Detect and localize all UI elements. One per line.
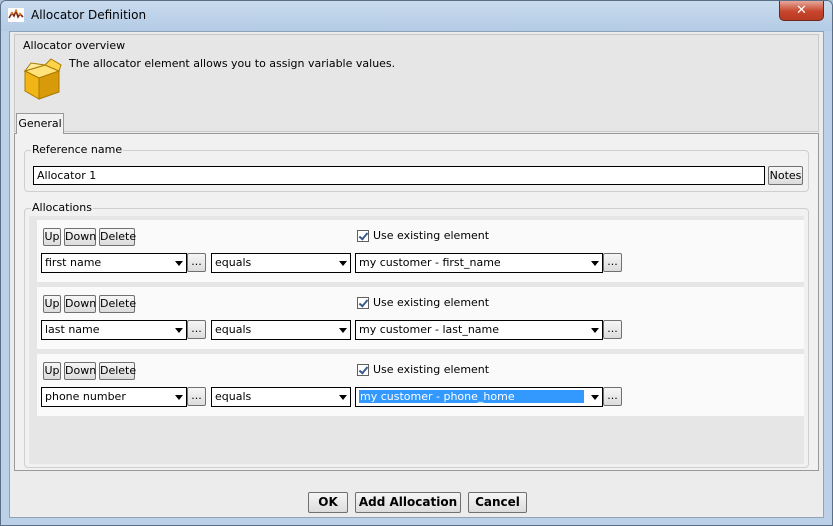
- value-select-value: my customer - last_name: [359, 323, 500, 336]
- value-browse-button[interactable]: ...: [603, 320, 622, 339]
- chevron-down-icon: [591, 328, 599, 333]
- ok-button[interactable]: OK: [308, 492, 348, 513]
- delete-button[interactable]: Delete: [99, 295, 136, 313]
- delete-button[interactable]: Delete: [99, 228, 136, 246]
- value-select[interactable]: my customer - first_name: [355, 253, 603, 273]
- close-button[interactable]: ✕: [779, 1, 824, 21]
- dialog-content: Allocator overview The allocator element…: [9, 31, 824, 518]
- allocations-group: Allocations Up Down Delete Use existing …: [24, 201, 809, 468]
- operator-select-value: equals: [215, 256, 252, 269]
- value-browse-button[interactable]: ...: [603, 253, 622, 272]
- allocations-label: Allocations: [31, 201, 93, 214]
- notes-button[interactable]: Notes: [768, 166, 803, 185]
- reference-name-label: Reference name: [31, 143, 124, 156]
- chevron-down-icon: [339, 395, 347, 400]
- allocation-row: Up Down Delete Use existing element last…: [37, 287, 804, 349]
- operator-select[interactable]: equals: [211, 253, 351, 273]
- operator-select[interactable]: equals: [211, 387, 351, 407]
- use-existing-label: Use existing element: [373, 229, 490, 242]
- use-existing-label: Use existing element: [373, 363, 490, 376]
- variable-select-value: first name: [45, 256, 102, 269]
- overview-panel: Allocator overview The allocator element…: [14, 34, 819, 132]
- chevron-down-icon: [339, 328, 347, 333]
- value-select[interactable]: my customer - last_name: [355, 320, 603, 340]
- box-icon: [23, 58, 62, 100]
- allocation-row: Up Down Delete Use existing element firs…: [37, 220, 804, 282]
- up-button[interactable]: Up: [43, 362, 61, 380]
- delete-button[interactable]: Delete: [99, 362, 136, 380]
- operator-select-value: equals: [215, 390, 252, 403]
- dialog-window: Allocator Definition ✕ Allocator overvie…: [0, 0, 833, 526]
- down-button[interactable]: Down: [64, 362, 96, 380]
- add-allocation-button[interactable]: Add Allocation: [355, 492, 461, 513]
- window-title: Allocator Definition: [31, 8, 147, 22]
- value-select-value: my customer - first_name: [359, 256, 501, 269]
- down-button[interactable]: Down: [64, 295, 96, 313]
- allocations-list: Up Down Delete Use existing element firs…: [29, 216, 804, 464]
- allocation-row: Up Down Delete Use existing element phon…: [37, 354, 804, 416]
- overview-label: Allocator overview: [23, 39, 126, 52]
- variable-select[interactable]: phone number: [41, 387, 187, 407]
- down-button[interactable]: Down: [64, 228, 96, 246]
- operator-select[interactable]: equals: [211, 320, 351, 340]
- variable-browse-button[interactable]: ...: [187, 387, 206, 406]
- up-button[interactable]: Up: [43, 228, 61, 246]
- chevron-down-icon: [175, 328, 183, 333]
- value-select[interactable]: my customer - phone_home: [355, 387, 603, 407]
- chevron-down-icon: [339, 261, 347, 266]
- value-select-value: my customer - phone_home: [359, 390, 584, 403]
- variable-select-value: last name: [45, 323, 100, 336]
- variable-select[interactable]: first name: [41, 253, 187, 273]
- use-existing-checkbox[interactable]: [357, 230, 369, 242]
- general-tab-panel: Reference name Allocator 1 Notes Allocat…: [14, 133, 819, 471]
- chevron-down-icon: [175, 261, 183, 266]
- tab-general[interactable]: General: [16, 113, 64, 134]
- variable-select-value: phone number: [45, 390, 126, 403]
- chevron-down-icon: [591, 261, 599, 266]
- overview-description: The allocator element allows you to assi…: [69, 57, 396, 70]
- close-icon: ✕: [796, 3, 807, 18]
- value-browse-button[interactable]: ...: [603, 387, 622, 406]
- cancel-button[interactable]: Cancel: [468, 492, 527, 513]
- variable-browse-button[interactable]: ...: [187, 253, 206, 272]
- title-bar[interactable]: Allocator Definition ✕: [1, 1, 832, 31]
- chevron-down-icon: [591, 395, 599, 400]
- app-logo-icon: [8, 8, 24, 22]
- variable-browse-button[interactable]: ...: [187, 320, 206, 339]
- use-existing-checkbox[interactable]: [357, 364, 369, 376]
- operator-select-value: equals: [215, 323, 252, 336]
- use-existing-label: Use existing element: [373, 296, 490, 309]
- up-button[interactable]: Up: [43, 295, 61, 313]
- reference-name-input[interactable]: Allocator 1: [33, 166, 765, 185]
- reference-name-group: Reference name Allocator 1 Notes: [24, 143, 809, 192]
- chevron-down-icon: [175, 395, 183, 400]
- use-existing-checkbox[interactable]: [357, 297, 369, 309]
- variable-select[interactable]: last name: [41, 320, 187, 340]
